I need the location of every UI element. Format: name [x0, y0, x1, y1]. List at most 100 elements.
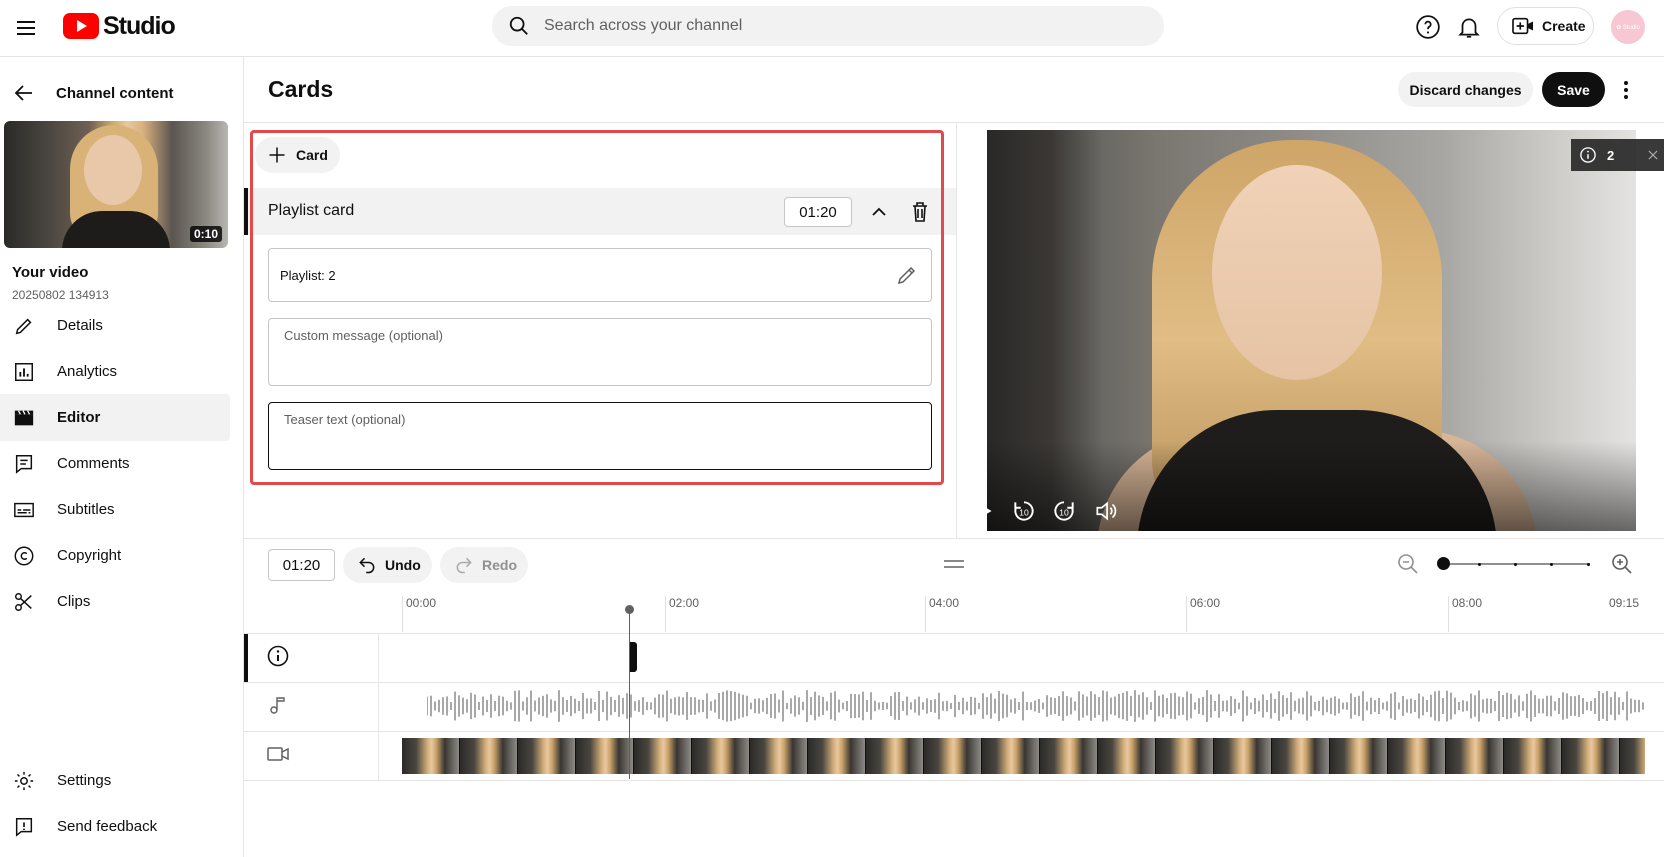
video-preview[interactable]	[987, 130, 1636, 531]
menu-icon[interactable]	[14, 16, 38, 40]
filmstrip-frame	[924, 738, 982, 774]
sidebar: Channel content 0:10 Your video 20250802…	[0, 57, 244, 857]
ruler-tick	[1186, 596, 1187, 632]
filmstrip-frame	[1504, 738, 1562, 774]
page-title: Cards	[268, 76, 334, 102]
copyright-icon	[14, 546, 34, 565]
playlist-field[interactable]: Playlist: 2	[268, 248, 932, 302]
arrow-back-icon	[14, 85, 32, 101]
feedback-icon	[15, 817, 33, 837]
filmstrip-frame	[1446, 738, 1504, 774]
filmstrip-frame	[1388, 738, 1446, 774]
undo-icon	[359, 557, 375, 574]
zoom-step	[1514, 563, 1517, 566]
analytics-icon	[15, 362, 33, 381]
thumbnail-duration: 0:10	[189, 226, 222, 242]
logo-text: Studio	[103, 11, 176, 40]
audio-waveform	[427, 690, 1644, 722]
video-filmstrip[interactable]	[402, 738, 1645, 774]
forward-10-icon[interactable]: 10	[1051, 498, 1077, 524]
create-label: Create	[1542, 18, 1586, 34]
delete-icon[interactable]	[908, 200, 932, 224]
track-divider	[244, 682, 1664, 683]
rewind-10-icon[interactable]: 10	[1011, 498, 1037, 524]
top-bar: Studio Create ✿ Studio	[0, 0, 1664, 57]
card-time-field[interactable]: 01:20	[784, 197, 852, 227]
search-bar[interactable]	[492, 6, 1164, 46]
card-teaser-badge[interactable]: 2	[1571, 139, 1664, 171]
card-marker[interactable]	[629, 642, 637, 672]
discard-changes-button[interactable]: Discard changes	[1398, 72, 1533, 107]
notifications-icon[interactable]	[1456, 14, 1482, 40]
settings-gear-icon[interactable]	[1634, 498, 1660, 524]
filmstrip-frame	[518, 738, 576, 774]
ruler-label: 02:00	[669, 596, 700, 610]
filmstrip-frame	[1272, 738, 1330, 774]
sidebar-item-analytics[interactable]: Analytics	[0, 348, 230, 395]
sidebar-item-subtitles[interactable]: Subtitles	[0, 486, 230, 533]
sidebar-item-editor[interactable]: Editor	[0, 394, 230, 441]
info-icon	[1580, 147, 1596, 163]
ruler-label: 06:00	[1190, 596, 1221, 610]
filmstrip-frame	[982, 738, 1040, 774]
filmstrip-frame	[1330, 738, 1388, 774]
close-icon[interactable]	[1646, 148, 1660, 162]
more-options-icon[interactable]	[1614, 78, 1638, 102]
zoom-step	[1478, 563, 1481, 566]
track-header-divider	[378, 634, 379, 781]
zoom-out-icon[interactable]	[1396, 552, 1420, 576]
sidebar-item-settings[interactable]: Settings	[0, 757, 230, 804]
add-card-label: Card	[296, 147, 328, 163]
help-icon[interactable]	[1415, 14, 1441, 40]
create-button[interactable]: Create	[1497, 7, 1594, 45]
chevron-up-icon[interactable]	[867, 200, 891, 224]
resize-handle-icon[interactable]	[944, 556, 964, 568]
play-icon[interactable]	[971, 498, 997, 524]
filmstrip-frame	[1214, 738, 1272, 774]
edit-pencil-icon[interactable]	[895, 263, 919, 287]
search-input[interactable]	[544, 17, 1104, 35]
info-track-icon	[266, 644, 290, 668]
sidebar-item-comments[interactable]: Comments	[0, 440, 230, 487]
ruler-tick	[1448, 596, 1449, 632]
sidebar-item-details[interactable]: Details	[0, 302, 230, 349]
studio-logo[interactable]: Studio	[63, 11, 176, 40]
filmstrip-frame	[402, 738, 460, 774]
redo-button[interactable]: Redo	[440, 547, 528, 583]
save-button[interactable]: Save	[1542, 72, 1605, 107]
svg-text:10: 10	[1019, 507, 1029, 517]
filmstrip-frame	[576, 738, 634, 774]
filmstrip-frame	[750, 738, 808, 774]
add-card-button[interactable]: Card	[255, 137, 340, 173]
video-thumbnail[interactable]: 0:10	[4, 121, 228, 248]
filmstrip-frame	[634, 738, 692, 774]
playhead[interactable]	[629, 609, 630, 779]
clapperboard-icon	[14, 409, 34, 425]
sidebar-item-clips[interactable]: Clips	[0, 578, 230, 625]
timeline-current-time[interactable]: 01:20	[268, 549, 335, 581]
custom-message-field	[268, 318, 932, 386]
filmstrip-frame	[808, 738, 866, 774]
sidebar-item-copyright[interactable]: Copyright	[0, 532, 230, 579]
ruler-label: 08:00	[1452, 596, 1483, 610]
track-divider	[244, 731, 1664, 732]
volume-icon[interactable]	[1093, 498, 1119, 524]
custom-message-input[interactable]	[284, 328, 914, 376]
teaser-text-input[interactable]	[284, 412, 914, 460]
zoom-in-icon[interactable]	[1610, 552, 1634, 576]
zoom-slider-knob[interactable]	[1437, 557, 1450, 570]
filmstrip-frame	[1620, 738, 1645, 774]
back-to-channel-content[interactable]: Channel content	[0, 75, 244, 111]
zoom-step	[1587, 563, 1590, 566]
info-count: 2	[1607, 147, 1615, 163]
comment-icon	[15, 454, 33, 474]
playhead-handle[interactable]	[625, 605, 634, 614]
track-divider	[244, 633, 1664, 634]
sidebar-item-send-feedback[interactable]: Send feedback	[0, 803, 230, 850]
avatar[interactable]: ✿ Studio	[1611, 10, 1645, 44]
undo-button[interactable]: Undo	[343, 547, 432, 583]
ruler-label: 00:00	[406, 596, 437, 610]
video-heading: Your video	[12, 264, 89, 281]
filmstrip-frame	[1156, 738, 1214, 774]
zoom-step	[1550, 563, 1553, 566]
